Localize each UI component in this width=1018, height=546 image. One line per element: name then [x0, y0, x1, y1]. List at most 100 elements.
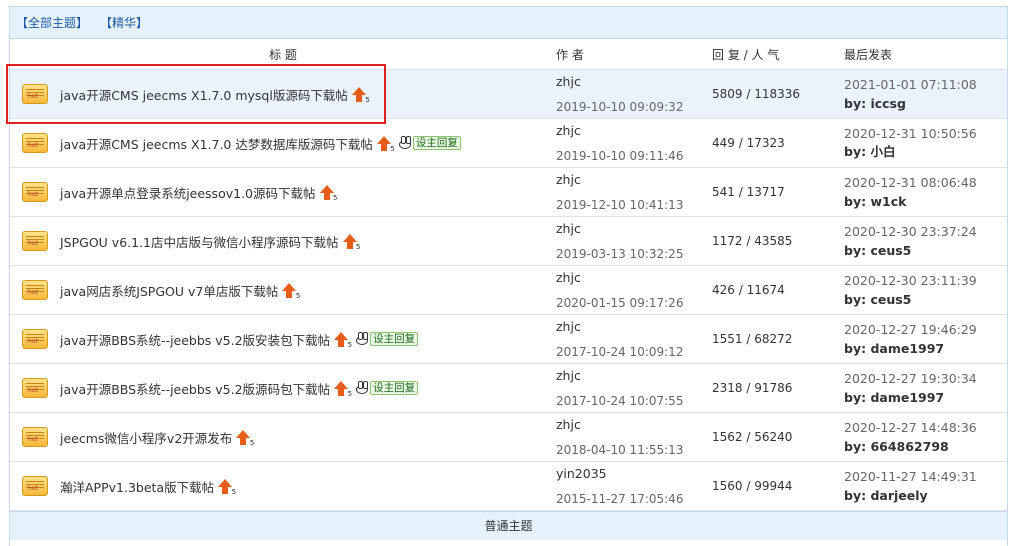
- reply-badge: 设主回复: [354, 381, 419, 395]
- author-cell: zhjc 2019-12-10 10:41:13: [556, 172, 712, 212]
- hot-up-arrow-icon: 5: [236, 429, 254, 447]
- post-time: 2019-10-10 09:11:46: [556, 149, 684, 163]
- reply-view-count: 1560 / 99944: [712, 479, 793, 493]
- last-post-by[interactable]: by: ceus5: [844, 292, 1004, 307]
- last-post-by[interactable]: by: 664862798: [844, 439, 1004, 454]
- post-time: 2017-10-24 10:09:12: [556, 345, 684, 359]
- hot-level-number: 5: [295, 291, 301, 300]
- last-post-time: 2020-11-27 14:49:31: [844, 469, 977, 484]
- last-post-cell: 2020-12-31 08:06:48 by: w1ck: [844, 175, 1004, 209]
- thread-title-link[interactable]: java开源CMS jeecms X1.7.0 mysql版源码下载帖: [60, 85, 348, 104]
- filter-all-link[interactable]: 【全部主题】: [16, 14, 88, 31]
- author-name[interactable]: zhjc: [556, 123, 712, 138]
- title-cell: java开源CMS jeecms X1.7.0 mysql版源码下载帖 5: [60, 85, 556, 104]
- hot-level-number: 5: [333, 193, 338, 202]
- author-name[interactable]: yin2035: [556, 466, 712, 481]
- post-time: 2018-04-10 11:55:13: [556, 443, 684, 457]
- author-name[interactable]: zhjc: [556, 319, 712, 334]
- last-post-time: 2021-01-01 07:11:08: [844, 77, 977, 92]
- thread-title-link[interactable]: java开源BBS系统--jeebbs v5.2版安装包下载帖: [60, 330, 330, 349]
- filter-bar: 【全部主题】 【精华】: [10, 7, 1007, 39]
- hot-icon-text: hot: [28, 93, 38, 100]
- author-name[interactable]: zhjc: [556, 74, 712, 89]
- hot-topic-cell: hot: [10, 182, 60, 202]
- author-name[interactable]: zhjc: [556, 221, 712, 236]
- author-name[interactable]: zhjc: [556, 417, 712, 432]
- table-row: hot jeecms微信小程序v2开源发布 5 zhjc 2018-04-10 …: [10, 413, 1007, 462]
- hot-topic-icon: hot: [22, 280, 48, 300]
- author-name[interactable]: zhjc: [556, 368, 712, 383]
- title-cell: java网店系统JSPGOU v7单店版下载帖 5: [60, 281, 556, 300]
- hot-up-arrow-icon: 5: [334, 380, 352, 398]
- hot-up-arrow-icon: 5: [351, 86, 370, 104]
- hot-topic-icon: hot: [22, 427, 48, 447]
- thread-title-link[interactable]: jeecms微信小程序v2开源发布: [60, 428, 232, 447]
- author-cell: zhjc 2019-10-10 09:11:46: [556, 123, 712, 163]
- hot-icon-text: hot: [28, 191, 38, 198]
- reply-badge-label: 设主回复: [412, 136, 461, 150]
- hot-topic-cell: hot: [10, 427, 60, 447]
- hot-topic-cell: hot: [10, 84, 60, 104]
- author-cell: yin2035 2015-11-27 17:05:46: [556, 466, 712, 506]
- author-cell: zhjc 2019-03-13 10:32:25: [556, 221, 712, 261]
- hot-topic-icon: hot: [22, 84, 48, 104]
- post-time: 2017-10-24 10:07:55: [556, 394, 684, 408]
- thread-title-link[interactable]: java开源BBS系统--jeebbs v5.2版源码包下载帖: [60, 379, 330, 398]
- table-header: 标 题 作 者 回 复 / 人 气 最后发表: [10, 39, 1007, 70]
- rabbit-icon: [354, 332, 370, 346]
- last-post-cell: 2020-12-27 19:46:29 by: dame1997: [844, 322, 1004, 356]
- author-cell: zhjc 2020-01-15 09:17:26: [556, 270, 712, 310]
- author-cell: zhjc 2017-10-24 10:09:12: [556, 319, 712, 359]
- post-time: 2019-12-10 10:41:13: [556, 198, 684, 212]
- thread-title-link[interactable]: JSPGOU v6.1.1店中店版与微信小程序源码下载帖: [60, 232, 339, 251]
- last-post-cell: 2020-12-27 14:48:36 by: 664862798: [844, 420, 1004, 454]
- hot-topic-cell: hot: [10, 378, 60, 398]
- title-cell: JSPGOU v6.1.1店中店版与微信小程序源码下载帖 5: [60, 232, 556, 251]
- post-time: 2019-03-13 10:32:25: [556, 247, 684, 261]
- hot-icon-text: hot: [28, 485, 38, 492]
- last-post-cell: 2020-12-30 23:37:24 by: ceus5: [844, 224, 1004, 258]
- reply-badge-label: 设主回复: [370, 332, 419, 346]
- thread-title-link[interactable]: java网店系统JSPGOU v7单店版下载帖: [60, 281, 278, 300]
- reply-view-count: 2318 / 91786: [712, 381, 793, 395]
- hot-up-arrow-icon: 5: [319, 184, 338, 202]
- table-row: hot java开源BBS系统--jeebbs v5.2版源码包下载帖 5 设主…: [10, 364, 1007, 413]
- thread-title-link[interactable]: java开源CMS jeecms X1.7.0 达梦数据库版源码下载帖: [60, 134, 373, 153]
- last-post-cell: 2020-12-27 19:30:34 by: dame1997: [844, 371, 1004, 405]
- hot-icon-text: hot: [28, 338, 38, 345]
- last-post-by[interactable]: by: iccsg: [844, 96, 1004, 111]
- column-header-last-post: 最后发表: [844, 47, 893, 62]
- last-post-by[interactable]: by: 小白: [844, 141, 1004, 160]
- rabbit-icon: [354, 381, 370, 395]
- hot-level-number: 5: [347, 340, 353, 349]
- hot-up-arrow-icon: 5: [342, 233, 361, 251]
- thread-list-panel: 【全部主题】 【精华】 标 题 作 者 回 复 / 人 气 最后发表 hot j…: [9, 6, 1008, 546]
- last-post-by[interactable]: by: w1ck: [844, 194, 1004, 209]
- filter-digest-link[interactable]: 【精华】: [100, 14, 148, 31]
- table-row: hot java网店系统JSPGOU v7单店版下载帖 5 zhjc 2020-…: [10, 266, 1007, 315]
- section-normal-topics: 普通主题: [10, 511, 1007, 540]
- reply-badge: 设主回复: [354, 332, 419, 346]
- title-cell: java开源单点登录系统jeessov1.0源码下载帖 5: [60, 183, 556, 202]
- hot-topic-icon: hot: [22, 182, 48, 202]
- author-name[interactable]: zhjc: [556, 172, 712, 187]
- reply-view-count: 1562 / 56240: [712, 430, 793, 444]
- thread-title-link[interactable]: java开源单点登录系统jeessov1.0源码下载帖: [60, 183, 316, 202]
- hot-topic-icon: hot: [22, 133, 48, 153]
- table-row: hot java开源CMS jeecms X1.7.0 mysql版源码下载帖 …: [10, 70, 1007, 119]
- column-header-replies: 回 复 / 人 气: [712, 47, 780, 62]
- title-cell: 瀚洋APPv1.3beta版下载帖 5: [60, 477, 556, 496]
- last-post-time: 2020-12-30 23:37:24: [844, 224, 977, 239]
- hot-up-arrow-icon: 5: [334, 331, 352, 349]
- post-time: 2015-11-27 17:05:46: [556, 492, 684, 506]
- hot-icon-text: hot: [28, 387, 38, 394]
- hot-topic-cell: hot: [10, 476, 60, 496]
- thread-title-link[interactable]: 瀚洋APPv1.3beta版下载帖: [60, 477, 214, 496]
- column-header-author: 作 者: [556, 47, 584, 62]
- last-post-by[interactable]: by: darjeely: [844, 488, 1004, 503]
- author-name[interactable]: zhjc: [556, 270, 712, 285]
- last-post-by[interactable]: by: dame1997: [844, 390, 1004, 405]
- thread-rows: hot java开源CMS jeecms X1.7.0 mysql版源码下载帖 …: [10, 70, 1007, 511]
- last-post-by[interactable]: by: dame1997: [844, 341, 1004, 356]
- last-post-by[interactable]: by: ceus5: [844, 243, 1004, 258]
